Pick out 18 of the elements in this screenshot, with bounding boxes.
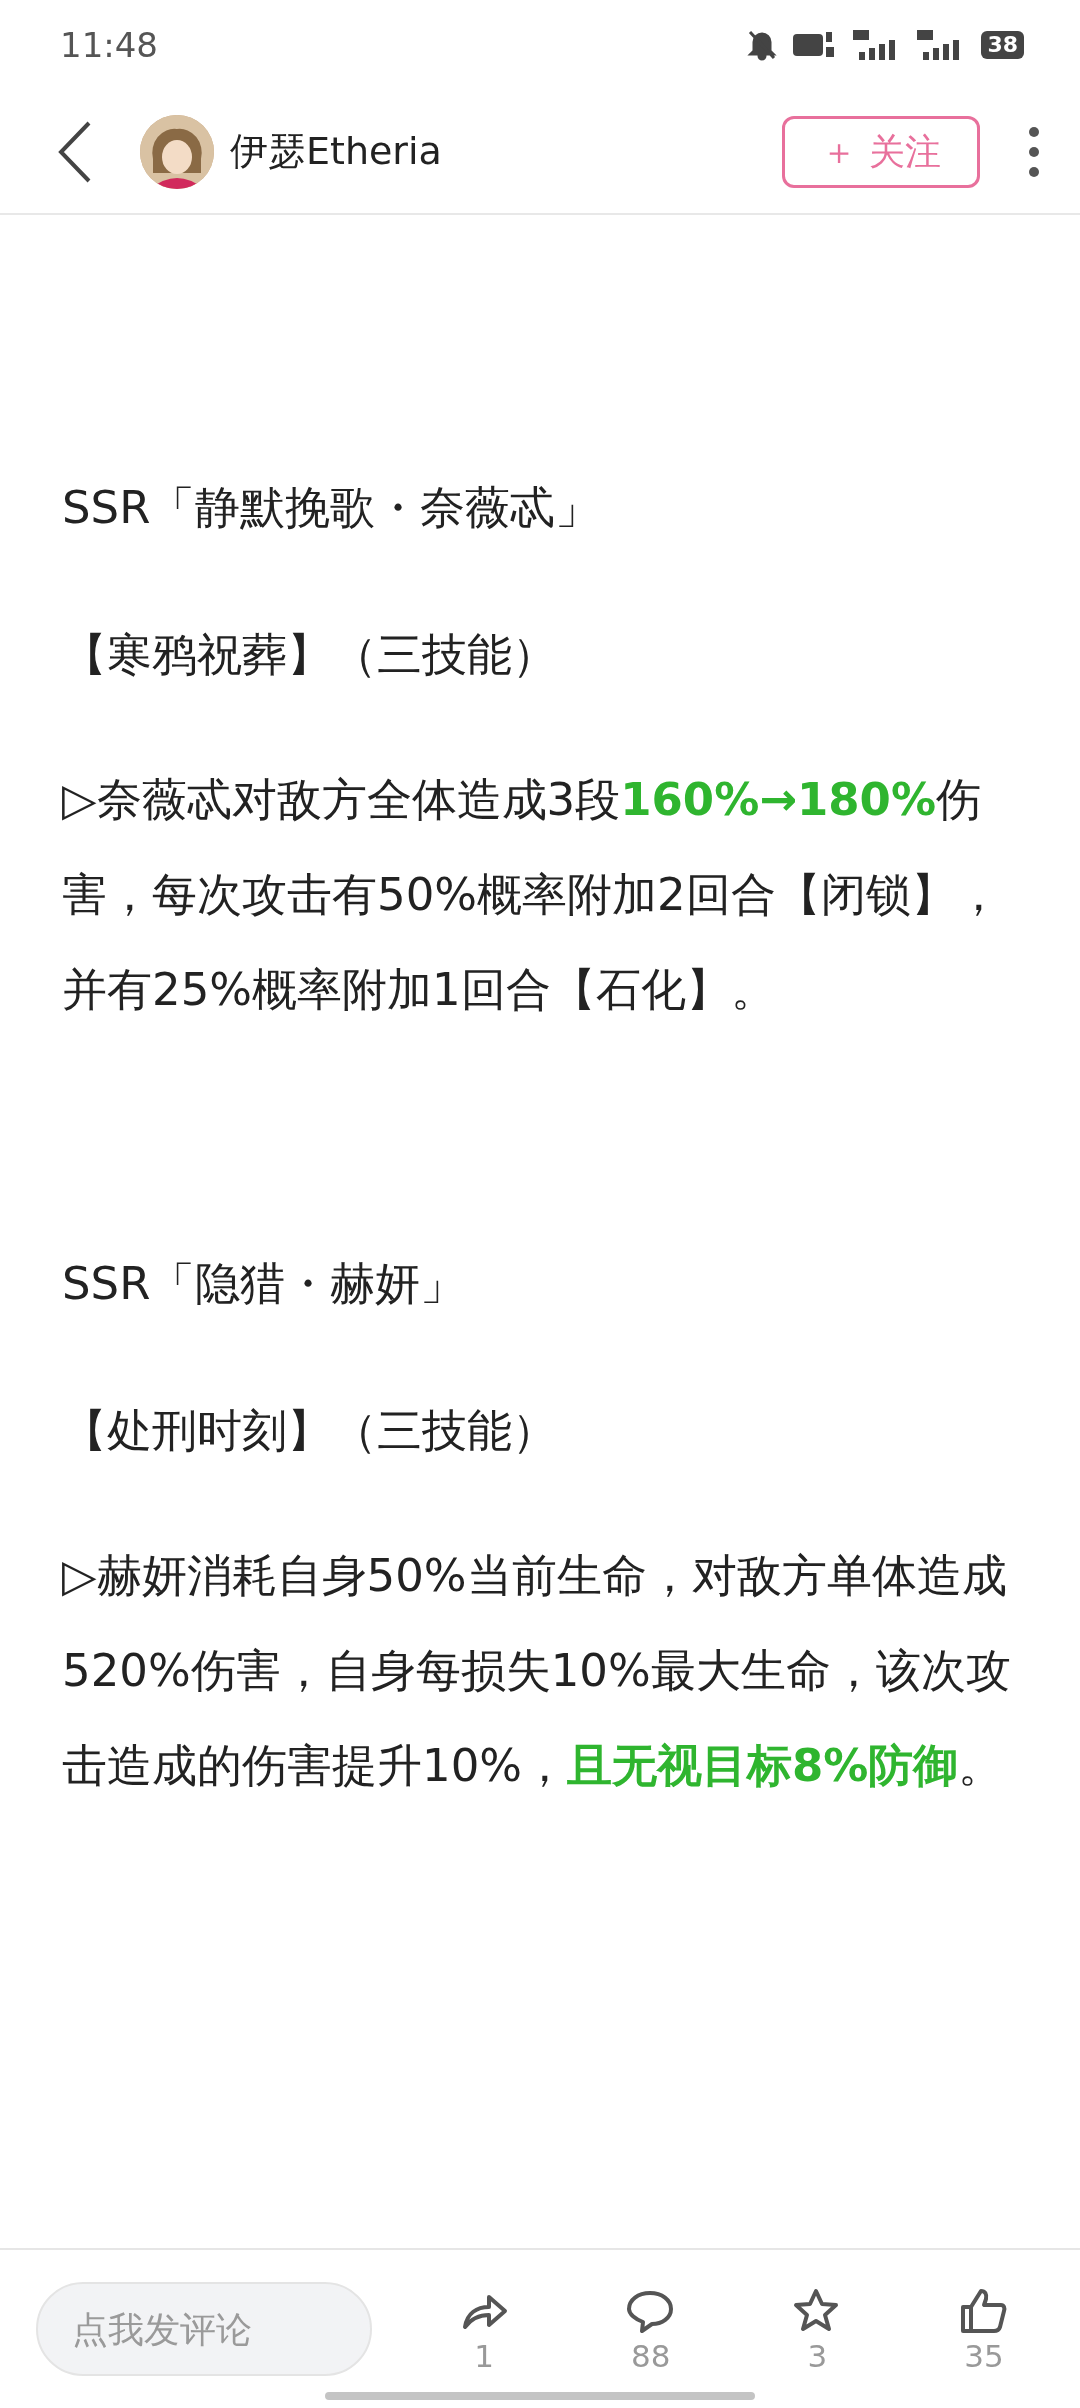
section-title: SSR「静默挽歌・奈薇忒」 — [62, 480, 602, 536]
section-title: SSR「隐猎・赫妍」 — [62, 1256, 467, 1312]
skill-heading: 【寒鸦祝葬】（三技能） — [62, 627, 558, 683]
battery-indicator: 38 — [981, 31, 1024, 59]
action-count: 88 — [630, 2340, 671, 2372]
back-icon[interactable] — [58, 120, 92, 183]
skill-heading: 【处刑时刻】（三技能） — [62, 1403, 558, 1459]
action-count: 3 — [807, 2340, 828, 2372]
author-name[interactable]: 伊瑟Etheria — [230, 123, 442, 180]
more-icon[interactable] — [1028, 125, 1040, 178]
skill-description: ▷奈薇忒对敌方全体造成3段160%→180%伤害，每次攻击有50%概率附加2回合【闭锁】，并有25%概率附加1回合【石化】。 — [62, 772, 1002, 1018]
skill-description: ▷赫妍消耗自身50%当前生命，对敌方单体造成520%伤害，自身每损失10%最大生命，该次攻击造成的伤害提升10%，且无视目标8%防御。 — [62, 1548, 1012, 1794]
status-time: 11:48 — [60, 23, 158, 67]
action-count: 1 — [474, 2340, 494, 2372]
comment-field[interactable]: 点我发评论 — [36, 2282, 372, 2376]
thumbs-up-icon[interactable] — [958, 2286, 1009, 2335]
action-count: 35 — [964, 2340, 1004, 2372]
muted-bell-icon — [747, 29, 778, 61]
